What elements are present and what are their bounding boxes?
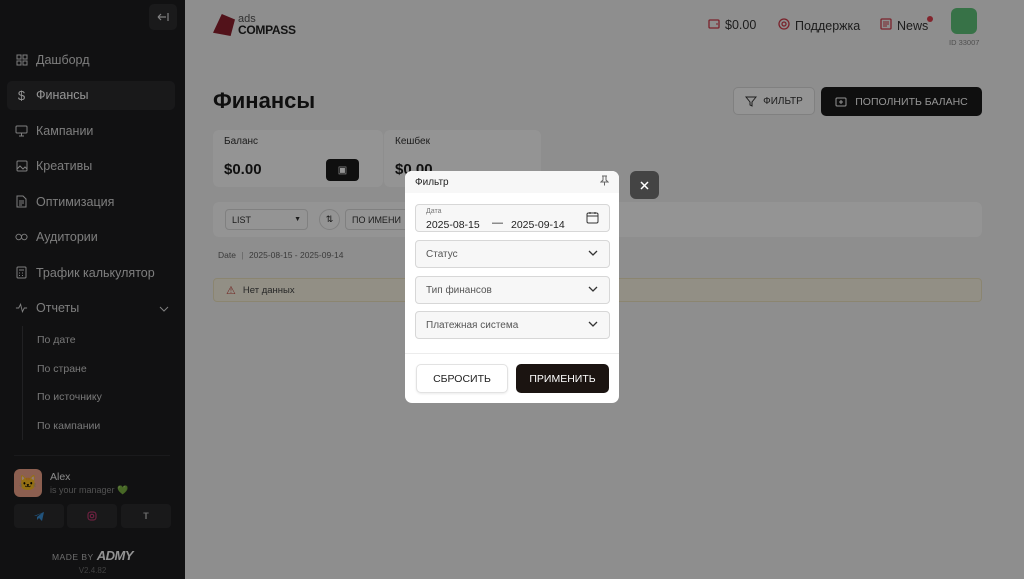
status-select-placeholder: Статус (426, 248, 458, 260)
date-range-field[interactable]: Дата 2025-08-15 — 2025-09-14 (415, 204, 610, 232)
date-from-value[interactable]: 2025-08-15 (426, 219, 480, 231)
chevron-down-icon (588, 249, 598, 258)
close-icon (640, 180, 649, 190)
status-select[interactable]: Статус (415, 240, 610, 268)
finance-type-placeholder: Тип финансов (426, 284, 492, 296)
filter-modal-title: Фильтр (415, 176, 449, 188)
reset-button[interactable]: СБРОСИТЬ (416, 364, 508, 393)
date-field-label: Дата (426, 208, 442, 215)
close-modal-button[interactable] (630, 171, 659, 199)
modal-divider (405, 353, 619, 354)
date-separator: — (492, 217, 503, 229)
chevron-down-icon (588, 320, 598, 329)
finance-type-select[interactable]: Тип финансов (415, 276, 610, 304)
date-to-value[interactable]: 2025-09-14 (511, 219, 565, 231)
filter-modal: Фильтр Дата 2025-08-15 — 2025-09-14 Стат… (405, 171, 619, 403)
payment-system-placeholder: Платежная система (426, 319, 519, 331)
payment-system-select[interactable]: Платежная система (415, 311, 610, 339)
chevron-down-icon (588, 285, 598, 294)
calendar-icon[interactable] (586, 211, 599, 227)
pin-icon[interactable] (599, 175, 610, 189)
apply-button[interactable]: ПРИМЕНИТЬ (516, 364, 609, 393)
filter-modal-header: Фильтр (405, 171, 619, 193)
